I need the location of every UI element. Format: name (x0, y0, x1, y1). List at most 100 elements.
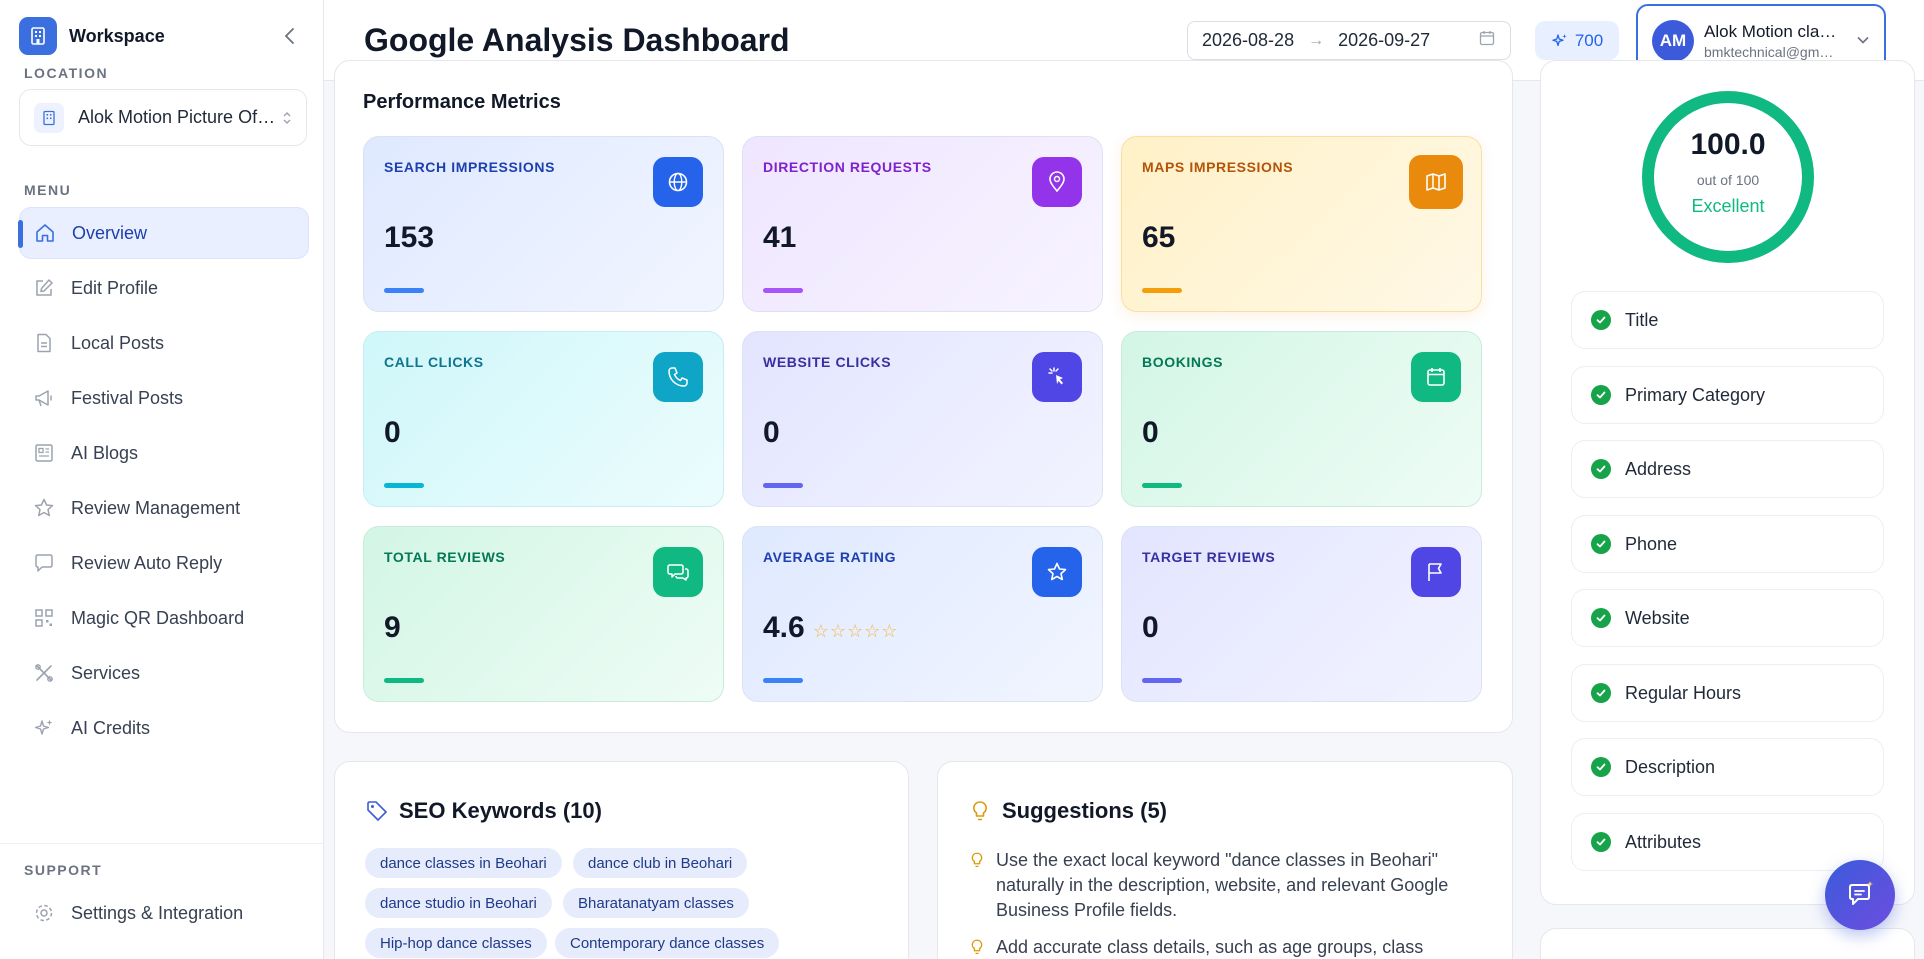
metric-card-average-rating: AVERAGE RATING 4.6 ☆☆☆☆☆ (742, 526, 1103, 702)
metric-accent-bar (763, 483, 803, 488)
workspace-header: Workspace (19, 16, 304, 56)
metric-label: DIRECTION REQUESTS (763, 159, 932, 175)
sidebar-item-festival-posts[interactable]: Festival Posts (19, 372, 309, 424)
lightbulb-icon (971, 852, 983, 868)
metric-label: SEARCH IMPRESSIONS (384, 159, 556, 175)
check-item-label: Phone (1625, 533, 1678, 554)
user-name: Alok Motion cla… (1704, 21, 1837, 41)
metric-value-container: 4.6 ☆☆☆☆☆ (763, 611, 898, 645)
sidebar-item-settings-integration[interactable]: Settings & Integration (19, 887, 309, 939)
date-to[interactable]: 2026-09-27 (1338, 30, 1430, 51)
check-item-title: Title (1571, 291, 1884, 349)
keyword-chip[interactable]: Hip-hop dance classes (365, 928, 547, 958)
sidebar-item-label: Local Posts (71, 332, 165, 353)
location-select[interactable]: Alok Motion Picture Of… (19, 89, 307, 146)
workspace-logo-icon (19, 17, 57, 55)
support-section-label: SUPPORT (24, 862, 103, 878)
sidebar-item-ai-blogs[interactable]: AI Blogs (19, 427, 309, 479)
sidebar-item-local-posts[interactable]: Local Posts (19, 317, 309, 369)
metric-card-target-reviews: TARGET REVIEWS 0 (1121, 526, 1482, 702)
sidebar-item-magic-qr-dashboard[interactable]: Magic QR Dashboard (19, 592, 309, 644)
metric-label: AVERAGE RATING (763, 549, 897, 565)
calendar-icon (1411, 352, 1461, 402)
metric-accent-bar (384, 288, 424, 293)
sidebar-item-edit-profile[interactable]: Edit Profile (19, 262, 309, 314)
check-circle-icon (1591, 832, 1611, 852)
metric-accent-bar (763, 288, 803, 293)
date-range-picker[interactable]: 2026-08-28 → 2026-09-27 (1187, 21, 1511, 60)
check-circle-icon (1591, 534, 1611, 554)
menu-section-label: MENU (24, 182, 72, 198)
building-icon (34, 102, 64, 133)
check-item-description: Description (1571, 738, 1884, 796)
sidebar-item-label: Services (71, 662, 141, 683)
chevron-down-icon (1856, 32, 1870, 50)
sidebar-item-label: Magic QR Dashboard (71, 607, 245, 628)
check-item-attributes: Attributes (1571, 813, 1884, 871)
sidebar-item-label: Edit Profile (71, 277, 159, 298)
sidebar-item-label: Overview (72, 222, 148, 243)
suggestion-text: Use the exact local keyword "dance class… (996, 850, 1449, 920)
cursor-click-icon (1032, 352, 1082, 402)
check-item-primary-category: Primary Category (1571, 366, 1884, 424)
keyword-chip[interactable]: dance studio in Beohari (365, 888, 552, 918)
date-from[interactable]: 2026-08-28 (1202, 30, 1294, 51)
chat-sparkle-icon (1849, 881, 1873, 905)
star-icon (34, 498, 54, 517)
check-item-label: Description (1625, 756, 1716, 777)
suggestions-title-row: Suggestions (5) (968, 798, 1167, 824)
metric-value: 65 (1142, 221, 1176, 254)
metric-value: 0 (1142, 611, 1159, 644)
keyword-chip[interactable]: Bharatanatyam classes (563, 888, 749, 918)
metric-accent-bar (1142, 678, 1182, 683)
document-icon (37, 333, 51, 353)
sidebar-item-review-management[interactable]: Review Management (19, 482, 309, 534)
credits-badge[interactable]: 700 (1535, 21, 1619, 60)
sidebar-item-label: Festival Posts (71, 387, 184, 408)
score-subtitle: out of 100 (1696, 172, 1760, 188)
sidebar-item-label: AI Credits (71, 717, 151, 738)
sidebar-item-services[interactable]: Services (19, 647, 309, 699)
check-item-address: Address (1571, 440, 1884, 498)
metric-card-total-reviews: TOTAL REVIEWS 9 (363, 526, 724, 702)
flag-icon (1411, 547, 1461, 597)
secondary-panel (1540, 928, 1915, 959)
metric-card-direction-requests: DIRECTION REQUESTS 41 (742, 136, 1103, 312)
sidebar-item-label: AI Blogs (71, 442, 139, 463)
edit-icon (36, 279, 53, 296)
metric-card-call-clicks: CALL CLICKS 0 (363, 331, 724, 507)
chat-assistant-button[interactable] (1825, 860, 1895, 930)
star-icon (1032, 547, 1082, 597)
metric-card-website-clicks: WEBSITE CLICKS 0 (742, 331, 1103, 507)
sidebar-item-ai-credits[interactable]: AI Credits (19, 702, 309, 754)
workspace-title: Workspace (69, 25, 165, 46)
sparkle-icon (34, 719, 53, 735)
check-item-label: Title (1625, 309, 1659, 330)
keyword-chip[interactable]: dance club in Beohari (573, 848, 748, 878)
keyword-chip[interactable]: dance classes in Beohari (365, 848, 562, 878)
metric-label: BOOKINGS (1142, 354, 1224, 370)
sidebar-item-overview[interactable]: Overview (18, 207, 309, 259)
globe-icon (653, 157, 703, 207)
metric-card-search-impressions: SEARCH IMPRESSIONS 153 (363, 136, 724, 312)
seo-keywords-card: SEO Keywords (10) dance classes in Beoha… (334, 761, 909, 959)
metric-accent-bar (384, 483, 424, 488)
check-item-label: Website (1625, 607, 1690, 628)
user-email: bmktechnical@gm… (1704, 43, 1834, 60)
metric-label: MAPS IMPRESSIONS (1142, 159, 1294, 175)
chat-icon (653, 547, 703, 597)
keyword-chip[interactable]: Contemporary dance classes (555, 928, 780, 958)
collapse-sidebar-button[interactable] (276, 22, 304, 50)
seo-keywords-title-row: SEO Keywords (10) (365, 798, 602, 824)
metric-value: 0 (1142, 416, 1159, 449)
tag-icon (367, 801, 387, 821)
avatar: AM (1652, 19, 1694, 62)
support-divider (0, 843, 324, 844)
lightbulb-icon (973, 801, 987, 821)
sidebar-item-review-auto-reply[interactable]: Review Auto Reply (19, 537, 309, 589)
newspaper-icon (35, 444, 53, 462)
metric-label: CALL CLICKS (384, 354, 484, 370)
check-circle-icon (1591, 757, 1611, 777)
arrow-right-icon: → (1308, 31, 1325, 49)
check-circle-icon (1591, 385, 1611, 405)
